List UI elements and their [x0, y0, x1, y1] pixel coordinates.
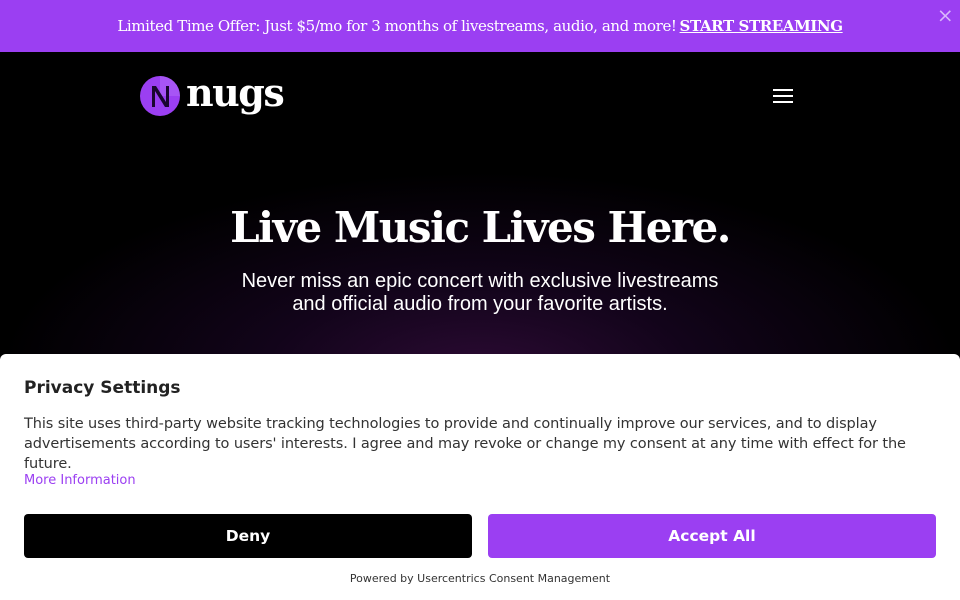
nugs-logo-icon: [140, 76, 180, 116]
promo-banner: Limited Time Offer: Just $5/mo for 3 mon…: [0, 0, 960, 52]
hero-title: Live Music Lives Here.: [230, 203, 731, 252]
accept-all-button[interactable]: Accept All: [488, 514, 936, 558]
more-information-link[interactable]: More Information: [24, 473, 136, 488]
hero-section: Live Music Lives Here. Never miss an epi…: [0, 142, 960, 354]
logo-wordmark: nugs: [186, 70, 285, 115]
hamburger-menu-icon[interactable]: [768, 82, 798, 110]
nugs-logo[interactable]: nugs: [140, 70, 285, 116]
consent-title: Privacy Settings: [24, 378, 181, 398]
close-icon[interactable]: ×: [936, 4, 954, 26]
hero-subtitle: Never miss an epic concert with exclusiv…: [230, 270, 730, 316]
powered-by-text: Powered by Usercentrics Consent Manageme…: [349, 572, 611, 585]
deny-button[interactable]: Deny: [24, 514, 472, 558]
privacy-consent-dialog: Privacy Settings This site uses third-pa…: [0, 354, 960, 600]
consent-body: This site uses third-party website track…: [24, 416, 906, 472]
promo-text: Limited Time Offer: Just $5/mo for 3 mon…: [117, 17, 677, 35]
start-streaming-link[interactable]: START STREAMING: [680, 17, 843, 35]
hero-subtitle-line2: and official audio from your favorite ar…: [292, 293, 668, 315]
site-header: nugs: [0, 52, 960, 142]
hero-subtitle-line1: Never miss an epic concert with exclusiv…: [241, 270, 719, 292]
